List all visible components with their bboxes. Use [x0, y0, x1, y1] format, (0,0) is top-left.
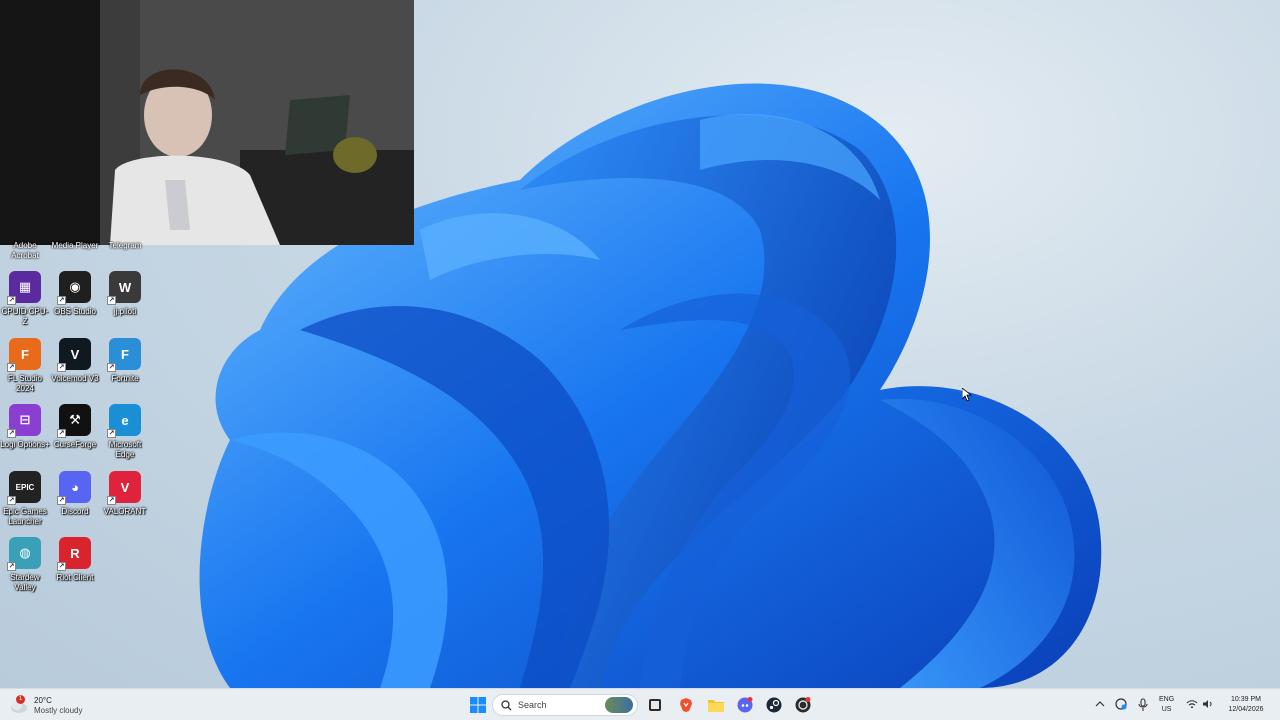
desktop-icon-label: VALORANT [103, 507, 147, 516]
taskbar-app-steam[interactable] [762, 693, 786, 717]
desktop-icon-label: Stardew Valley [10, 573, 40, 592]
shortcut-arrow-icon: ↗ [107, 429, 116, 438]
desktop-icon-label: jj.piloti [113, 307, 137, 316]
clock-date: 12/04/2026 [1228, 706, 1264, 713]
desktop-app-icon: V ↗ [57, 338, 91, 372]
desktop-icon-label: CPUID CPU-Z [1, 307, 49, 326]
tray-app-icon[interactable] [1115, 698, 1127, 710]
search-highlight-image [605, 697, 633, 713]
show-hidden-icons-chevron-up-icon[interactable] [1095, 700, 1105, 708]
microphone-icon[interactable] [1138, 698, 1148, 712]
folder-icon [708, 700, 724, 712]
desktop-icon-label: OBS Studio [54, 307, 96, 316]
language-indicator[interactable]: ENG US [1159, 695, 1174, 715]
desktop-icon-label: Voicemod V3 [51, 374, 99, 383]
webcam-feed-image [0, 0, 414, 245]
system-clock[interactable]: 10:39 PM 12/04/2026 [1222, 695, 1270, 715]
taskbar-app-folder[interactable] [704, 693, 728, 717]
wifi-icon[interactable] [1186, 699, 1198, 709]
desktop-icon[interactable]: ⊟ ↗ Logi Options+ [0, 404, 50, 450]
shortcut-arrow-icon: ↗ [7, 496, 16, 505]
desktop-icon-label-partial[interactable]: Adobe Acrobat [0, 241, 50, 261]
steam-icon [766, 697, 782, 713]
shortcut-arrow-icon: ↗ [7, 562, 16, 571]
webcam-overlay [0, 0, 414, 245]
start-button[interactable] [466, 693, 490, 717]
taskbar-app-discord[interactable] [733, 693, 757, 717]
language-code: ENG [1159, 696, 1175, 703]
shortcut-arrow-icon: ↗ [7, 429, 16, 438]
desktop-icon-label: Logi Options+ [0, 440, 50, 449]
desktop-app-icon: F ↗ [107, 338, 141, 372]
shortcut-arrow-icon: ↗ [107, 296, 116, 305]
weather-widget[interactable]: 1 20°C Mostly cloudy [10, 693, 82, 719]
shortcut-arrow-icon: ↗ [57, 429, 66, 438]
desktop-icon[interactable]: e ↗ Microsoft Edge [100, 404, 150, 460]
desktop-icon-label: Epic Games Launcher [3, 507, 47, 526]
volume-icon[interactable] [1202, 699, 1214, 709]
weather-condition: Mostly cloudy [34, 706, 83, 715]
taskbar: 1 20°C Mostly cloudy Search ENG US 10:39… [0, 688, 1280, 720]
desktop-icon-label: Discord [61, 507, 89, 516]
desktop-icon[interactable]: V ↗ Voicemod V3 [50, 338, 100, 384]
desktop-icon[interactable]: V ↗ VALORANT [100, 471, 150, 517]
weather-temp: 20°C [34, 696, 52, 705]
desktop-icon-label: Microsoft Edge [108, 440, 142, 459]
desktop-icon[interactable]: ◍ ↗ Stardew Valley [0, 537, 50, 593]
desktop-icon[interactable]: EPIC ↗ Epic Games Launcher [0, 471, 50, 527]
desktop-app-icon: EPIC ↗ [7, 471, 41, 505]
desktop-icon-label: CurseForge [53, 440, 97, 449]
desktop-icon[interactable]: ▦ ↗ CPUID CPU-Z [0, 271, 50, 327]
desktop-app-icon: ▦ ↗ [7, 271, 41, 305]
desktop-icon[interactable]: ◉ ↗ OBS Studio [50, 271, 100, 317]
weather-icon: 1 [10, 695, 28, 715]
desktop-icon[interactable]: F ↗ Fortnite [100, 338, 150, 384]
desktop-icon[interactable]: R ↗ Riot Client [50, 537, 100, 583]
desktop-app-icon: ⚒ ↗ [57, 404, 91, 438]
desktop-app-icon: W ↗ [107, 271, 141, 305]
desktop-icon[interactable]: ◕ ↗ Discord [50, 471, 100, 517]
shortcut-arrow-icon: ↗ [57, 562, 66, 571]
shortcut-arrow-icon: ↗ [107, 496, 116, 505]
desktop-icon[interactable]: ⚒ ↗ CurseForge [50, 404, 100, 450]
shortcut-arrow-icon: ↗ [7, 296, 16, 305]
desktop-icon-label-partial[interactable]: Media Player [50, 241, 100, 251]
desktop-icon[interactable]: F ↗ FL Studio 2024 [0, 338, 50, 394]
weather-alert-badge: 1 [16, 695, 25, 704]
obs-icon [795, 697, 811, 713]
region-code: US [1161, 706, 1172, 713]
desktop-icon-label: Riot Client [56, 573, 94, 582]
desktop-icon-label-partial[interactable]: Telegram [100, 241, 150, 251]
taskbar-app-brave[interactable] [674, 693, 698, 717]
windows-icon [470, 697, 486, 713]
desktop-icon[interactable]: W ↗ jj.piloti [100, 271, 150, 317]
taskbar-app-obs[interactable] [791, 693, 815, 717]
desktop-app-icon: ⊟ ↗ [7, 404, 41, 438]
desktop-icon-label: FL Studio 2024 [8, 374, 42, 393]
desktop-app-icon: e ↗ [107, 404, 141, 438]
shortcut-arrow-icon: ↗ [57, 496, 66, 505]
desktop-icon-label: Fortnite [111, 374, 139, 383]
desktop-app-icon: ◕ ↗ [57, 471, 91, 505]
taskbar-app-file-explorer[interactable] [643, 693, 667, 717]
taskbar-search[interactable]: Search [492, 694, 638, 716]
desktop-app-icon: V ↗ [107, 471, 141, 505]
shortcut-arrow-icon: ↗ [7, 363, 16, 372]
desktop-app-icon: ◉ ↗ [57, 271, 91, 305]
shortcut-arrow-icon: ↗ [107, 363, 116, 372]
search-placeholder: Search [518, 700, 547, 710]
shortcut-arrow-icon: ↗ [57, 363, 66, 372]
brave-icon [680, 698, 692, 712]
search-icon [501, 699, 512, 710]
desktop-app-icon: F ↗ [7, 338, 41, 372]
discord-icon [737, 697, 753, 713]
file-explorer-icon [649, 699, 661, 711]
mouse-cursor-icon [962, 388, 972, 402]
clock-time: 10:39 PM [1231, 696, 1261, 703]
desktop-app-icon: ◍ ↗ [7, 537, 41, 571]
desktop-app-icon: R ↗ [57, 537, 91, 571]
shortcut-arrow-icon: ↗ [57, 296, 66, 305]
